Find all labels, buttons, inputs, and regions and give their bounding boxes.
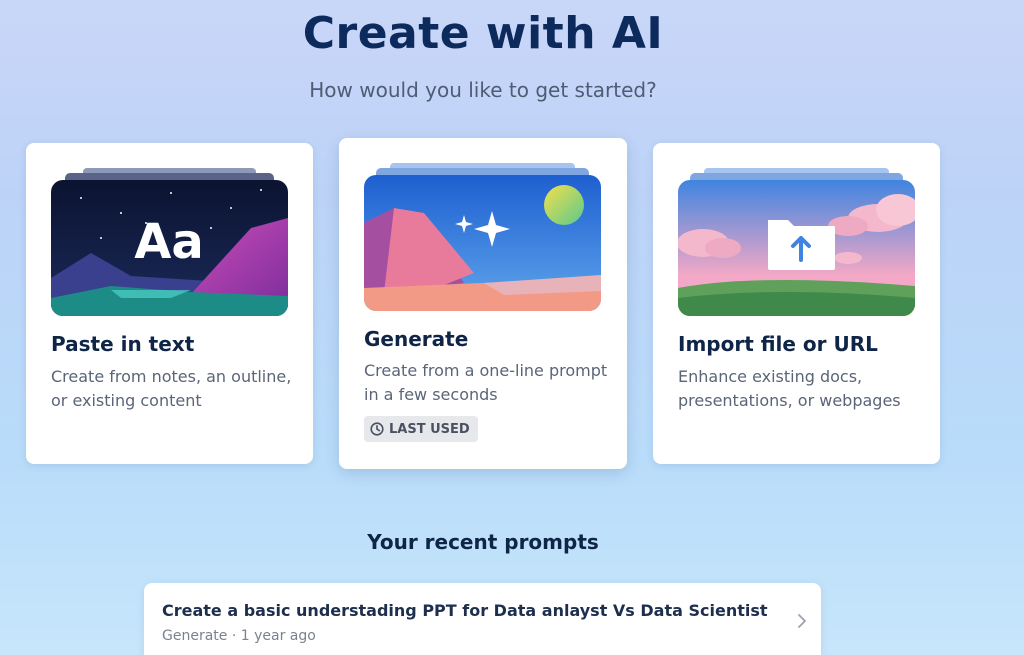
folder-upload-icon [768,220,835,270]
option-title: Import file or URL [678,332,878,356]
option-title: Generate [364,327,469,351]
recent-prompts-heading: Your recent prompts [367,530,599,554]
option-description: Enhance existing docs, presentations, or… [678,367,901,410]
generate-card[interactable]: Generate Create from a one-line prompt i… [339,138,627,469]
clock-icon [370,422,384,436]
chevron-right-icon [798,614,806,628]
recent-prompt-meta: Generate · 1 year ago [162,628,316,644]
recent-prompt-item[interactable]: Create a basic understading PPT for Data… [144,583,821,655]
import-illustration [678,168,915,316]
option-title: Paste in text [51,332,195,356]
last-used-badge: LAST USED [364,416,478,442]
page-title: Create with AI [302,8,664,59]
import-file-card[interactable]: Import file or URL Enhance existing docs… [653,143,940,464]
aa-glyph: Aa [134,214,204,270]
paste-text-illustration: Aa [51,168,288,316]
badge-label: LAST USED [389,421,470,437]
option-description: Create from a one-line prompt in a few s… [364,361,608,404]
generate-illustration [364,163,601,311]
paste-in-text-card[interactable]: Aa Paste in text Create from notes, an o… [26,143,313,464]
recent-prompt-title: Create a basic understading PPT for Data… [162,601,768,620]
page-subtitle: How would you like to get started? [309,78,657,102]
option-description: Create from notes, an outline, or existi… [51,367,292,410]
